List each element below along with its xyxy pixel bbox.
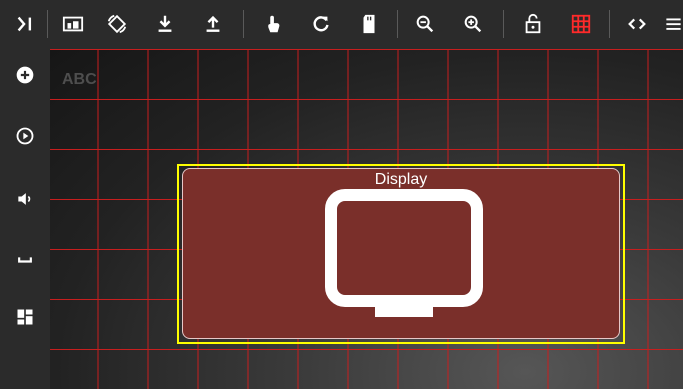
add-circle-icon[interactable] (9, 59, 41, 91)
menu-icon[interactable] (660, 8, 683, 40)
sidebar (0, 49, 51, 389)
toolbar-separator (503, 10, 504, 38)
volume-icon[interactable] (9, 183, 41, 215)
grid-icon[interactable] (565, 8, 597, 40)
touch-icon[interactable] (257, 8, 289, 40)
toolbar-separator (47, 10, 48, 38)
lock-open-icon[interactable] (517, 8, 549, 40)
refresh-icon[interactable] (305, 8, 337, 40)
space-icon[interactable] (9, 243, 41, 275)
zoom-out-icon[interactable] (409, 8, 441, 40)
toolbar-separator (397, 10, 398, 38)
monitor-icon (325, 189, 483, 317)
upload-icon[interactable] (197, 8, 229, 40)
play-circle-icon[interactable] (9, 120, 41, 152)
canvas-background-label: ABC (62, 71, 97, 88)
toolbar-separator (243, 10, 244, 38)
code-icon[interactable] (621, 8, 653, 40)
sd-card-icon[interactable] (353, 8, 385, 40)
zoom-in-icon[interactable] (457, 8, 489, 40)
display-widget[interactable]: Display (177, 164, 625, 344)
download-icon[interactable] (149, 8, 181, 40)
design-canvas[interactable]: ABC Display (50, 49, 683, 389)
rotate-icon[interactable] (101, 8, 133, 40)
display-widget-body[interactable]: Display (182, 168, 620, 339)
toolbar (0, 0, 683, 50)
device-icon[interactable] (57, 8, 89, 40)
collapse-arrow-icon[interactable] (9, 8, 41, 40)
display-widget-title: Display (374, 171, 428, 188)
toolbar-separator (609, 10, 610, 38)
dashboard-icon[interactable] (9, 301, 41, 333)
